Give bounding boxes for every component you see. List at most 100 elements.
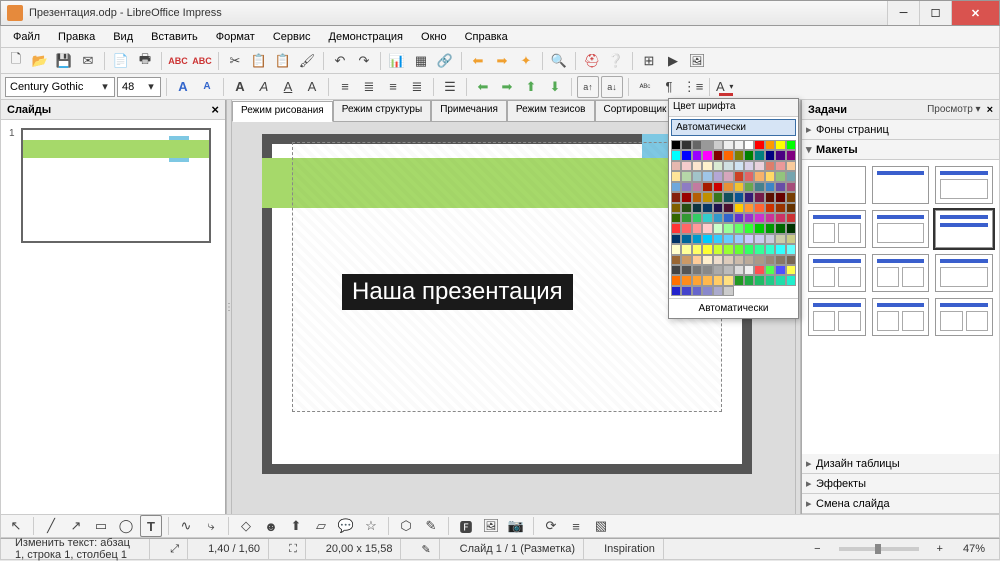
print-button[interactable]: 🖶 (134, 50, 156, 72)
color-swatch[interactable] (723, 255, 733, 265)
arrange-tool[interactable]: ▧ (590, 515, 612, 537)
table-button[interactable]: ▦ (410, 50, 432, 72)
color-swatch[interactable] (671, 182, 681, 192)
section-transition[interactable]: ▸Смена слайда (802, 494, 999, 514)
title-text[interactable]: Наша презентация (342, 274, 573, 310)
color-swatch[interactable] (754, 213, 764, 223)
color-swatch[interactable] (734, 203, 744, 213)
color-swatch[interactable] (671, 255, 681, 265)
color-swatch[interactable] (765, 171, 775, 181)
color-swatch[interactable] (734, 192, 744, 202)
line-tool[interactable]: ╱ (40, 515, 62, 537)
menu-format[interactable]: Формат (208, 29, 263, 45)
color-swatch[interactable] (775, 223, 785, 233)
color-swatch[interactable] (775, 203, 785, 213)
color-swatch[interactable] (754, 161, 764, 171)
block-arrows-tool[interactable]: ⬆ (285, 515, 307, 537)
color-swatch[interactable] (786, 223, 796, 233)
color-swatch[interactable] (681, 150, 691, 160)
zoom-in[interactable]: + (937, 543, 943, 555)
gluepoints-tool[interactable]: ✎ (420, 515, 442, 537)
format-paint-button[interactable]: 🖌 (296, 50, 318, 72)
flowchart-tool[interactable]: ▱ (310, 515, 332, 537)
color-swatch[interactable] (681, 223, 691, 233)
color-swatch[interactable] (713, 255, 723, 265)
zoom-slider[interactable] (839, 547, 919, 551)
color-swatch[interactable] (754, 140, 764, 150)
color-swatch[interactable] (713, 171, 723, 181)
color-swatch[interactable] (775, 255, 785, 265)
paste-button[interactable]: 📋 (272, 50, 294, 72)
color-swatch[interactable] (671, 171, 681, 181)
chart-button[interactable]: 📊 (386, 50, 408, 72)
color-swatch[interactable] (775, 150, 785, 160)
color-swatch[interactable] (723, 192, 733, 202)
layout-selected[interactable] (935, 210, 993, 248)
color-swatch[interactable] (723, 161, 733, 171)
color-swatch[interactable] (692, 150, 702, 160)
color-swatch[interactable] (692, 275, 702, 285)
color-swatch[interactable] (786, 203, 796, 213)
symbol-shapes-tool[interactable]: ☻ (260, 515, 282, 537)
color-swatch[interactable] (692, 234, 702, 244)
color-swatch[interactable] (744, 223, 754, 233)
color-swatch[interactable] (713, 275, 723, 285)
color-swatch[interactable] (775, 275, 785, 285)
gallery-tool[interactable]: 📷 (505, 515, 527, 537)
color-swatch[interactable] (754, 255, 764, 265)
color-swatch[interactable] (754, 265, 764, 275)
tab-notes[interactable]: Примечания (431, 100, 507, 121)
color-swatch[interactable] (713, 286, 723, 296)
color-swatch[interactable] (775, 161, 785, 171)
color-swatch[interactable] (702, 182, 712, 192)
menu-view[interactable]: Вид (105, 29, 141, 45)
color-swatch[interactable] (681, 255, 691, 265)
color-swatch[interactable] (734, 265, 744, 275)
color-swatch[interactable] (671, 234, 681, 244)
select-tool[interactable]: ↖ (5, 515, 27, 537)
color-swatch[interactable] (671, 192, 681, 202)
whats-this-button[interactable]: ❔ (605, 50, 627, 72)
color-swatch[interactable] (681, 234, 691, 244)
curve-tool[interactable]: ∿ (175, 515, 197, 537)
tasks-close[interactable]: × (987, 104, 993, 116)
color-swatch[interactable] (775, 192, 785, 202)
bullets-dialog-button[interactable]: ⋮≡ (682, 76, 704, 98)
color-swatch[interactable] (754, 203, 764, 213)
section-effects[interactable]: ▸Эффекты (802, 474, 999, 494)
color-swatch[interactable] (744, 265, 754, 275)
color-swatch[interactable] (702, 223, 712, 233)
color-swatch[interactable] (744, 275, 754, 285)
color-swatch[interactable] (723, 203, 733, 213)
color-swatch[interactable] (692, 255, 702, 265)
color-swatch[interactable] (713, 223, 723, 233)
color-swatch[interactable] (702, 171, 712, 181)
layout-9[interactable] (935, 254, 993, 292)
color-swatch[interactable] (723, 213, 733, 223)
nav-back-button[interactable]: ⬅ (467, 50, 489, 72)
color-swatch[interactable] (775, 213, 785, 223)
color-swatch[interactable] (765, 265, 775, 275)
layout-7[interactable] (808, 254, 866, 292)
points-tool[interactable]: ⬡ (395, 515, 417, 537)
color-swatch[interactable] (765, 275, 775, 285)
color-swatch[interactable] (754, 150, 764, 160)
slide-show-button[interactable]: ▶ (662, 50, 684, 72)
gallery-button[interactable]: 🖼 (686, 50, 708, 72)
color-swatch[interactable] (713, 150, 723, 160)
color-swatch[interactable] (765, 161, 775, 171)
font-name-select[interactable]: Century Gothic▾ (5, 77, 115, 97)
color-swatch[interactable] (692, 244, 702, 254)
color-swatch[interactable] (713, 192, 723, 202)
font-size-select[interactable]: 48▾ (117, 77, 161, 97)
layout-content-title[interactable] (872, 210, 930, 248)
connector-tool[interactable]: ⤷ (200, 515, 222, 537)
color-swatch[interactable] (723, 171, 733, 181)
color-swatch[interactable] (702, 255, 712, 265)
color-swatch[interactable] (692, 140, 702, 150)
color-swatch[interactable] (713, 203, 723, 213)
zoom-button[interactable]: 🔍 (548, 50, 570, 72)
color-swatch[interactable] (702, 140, 712, 150)
color-swatch[interactable] (754, 275, 764, 285)
color-swatch[interactable] (681, 140, 691, 150)
